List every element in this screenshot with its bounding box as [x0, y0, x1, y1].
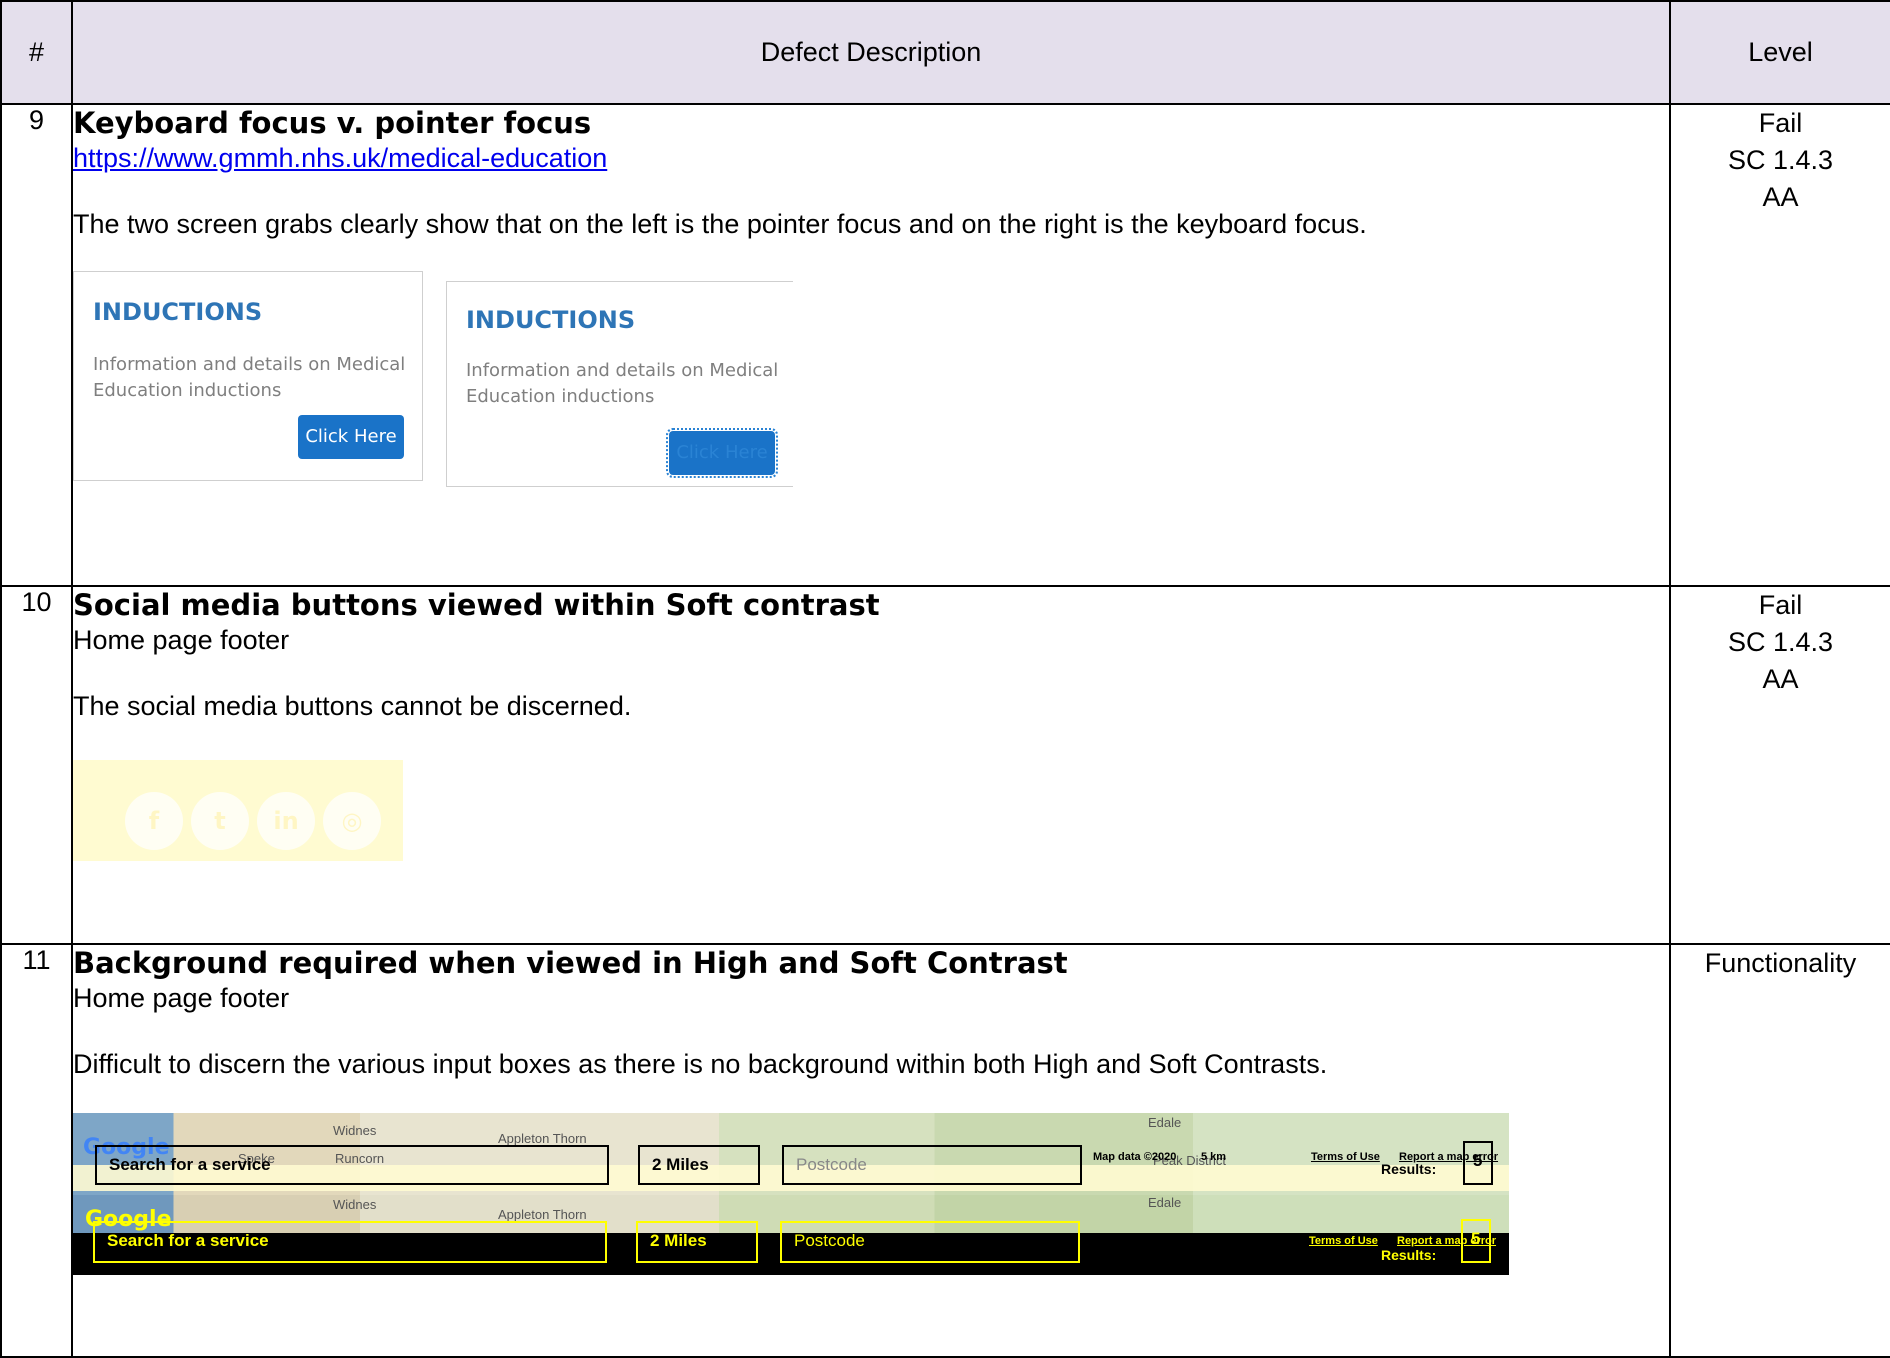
col-header-level: Level	[1669, 0, 1890, 105]
level-result: Functionality	[1704, 948, 1857, 978]
results-count: 5	[1463, 1141, 1493, 1185]
terms-link[interactable]: Terms of Use	[1311, 1151, 1380, 1163]
linkedin-icon[interactable]: in	[257, 792, 315, 850]
map-soft-contrast: Widnes Runcorn Appleton Thorn Edale Peak…	[73, 1113, 1509, 1195]
defect-paragraph: The social media buttons cannot be disce…	[73, 691, 632, 721]
terms-link[interactable]: Terms of Use	[1309, 1235, 1378, 1247]
header-row: # Defect Description Level	[0, 0, 1890, 105]
postcode-input[interactable]: Postcode	[782, 1145, 1082, 1185]
defect-title: Keyboard focus v. pointer focus	[73, 106, 592, 140]
card-text-line1: Information and details on Medical	[93, 354, 406, 375]
defect-subtitle: Home page footer	[73, 625, 290, 655]
place-label: Edale	[1148, 1195, 1182, 1210]
miles-select[interactable]: 2 Miles	[638, 1145, 760, 1185]
place-label: Appleton Thorn	[498, 1131, 587, 1146]
defect-title: Social media buttons viewed within Soft …	[73, 588, 880, 622]
place-label: Edale	[1148, 1115, 1182, 1130]
keyboard-focus-card: INDUCTIONS Information and details on Me…	[446, 281, 793, 487]
place-label: Widnes	[333, 1197, 377, 1212]
card-text-line2: Education inductions	[93, 380, 282, 401]
twitter-icon[interactable]: t	[191, 792, 249, 850]
place-label: Appleton Thorn	[498, 1207, 587, 1222]
defect-row-11: 11 Background required when viewed in Hi…	[0, 943, 1890, 1358]
defect-level: Fail SC 1.4.3 AA	[1669, 103, 1890, 587]
level-criterion: SC 1.4.3	[1727, 145, 1834, 175]
defect-level: Functionality	[1669, 943, 1890, 1358]
col-header-num: #	[0, 0, 73, 105]
results-label: Results:	[1381, 1161, 1437, 1177]
defect-row-9: 9 Keyboard focus v. pointer focus https:…	[0, 103, 1890, 587]
defect-number: 9	[0, 103, 73, 587]
level-result: Fail	[1758, 590, 1803, 620]
place-label: Widnes	[333, 1123, 377, 1138]
map-screenshots: Widnes Runcorn Appleton Thorn Edale Peak…	[73, 1113, 1509, 1275]
click-here-button-focused[interactable]: Click Here	[666, 428, 778, 478]
defect-paragraph: The two screen grabs clearly show that o…	[73, 209, 1367, 239]
focus-screenshots: INDUCTIONS Information and details on Me…	[73, 271, 1669, 501]
results-count: 5	[1461, 1219, 1491, 1263]
card-heading: INDUCTIONS	[93, 298, 263, 326]
level-result: Fail	[1758, 108, 1803, 138]
defect-number: 11	[0, 943, 73, 1358]
defect-title: Background required when viewed in High …	[73, 946, 1068, 980]
map-high-contrast: Widnes Appleton Thorn Edale Google Searc…	[73, 1195, 1509, 1275]
map-data-label: Map data ©2020	[1093, 1151, 1177, 1163]
defect-number: 10	[0, 585, 73, 945]
pointer-focus-card: INDUCTIONS Information and details on Me…	[73, 271, 423, 481]
search-input[interactable]: Search for a service	[95, 1145, 609, 1185]
defect-link[interactable]: https://www.gmmh.nhs.uk/medical-educatio…	[73, 143, 607, 173]
defect-description: Social media buttons viewed within Soft …	[71, 585, 1671, 945]
search-input[interactable]: Search for a service	[93, 1221, 607, 1263]
defect-level: Fail SC 1.4.3 AA	[1669, 585, 1890, 945]
defect-row-10: 10 Social media buttons viewed within So…	[0, 585, 1890, 945]
scale-label: 5 km	[1201, 1151, 1227, 1163]
defect-subtitle: Home page footer	[73, 983, 290, 1013]
level-conformance: AA	[1762, 182, 1799, 212]
col-header-description: Defect Description	[71, 0, 1671, 105]
defects-table: # Defect Description Level 9 Keyboard fo…	[0, 0, 1890, 1358]
social-media-strip: f t in ◎	[73, 760, 403, 861]
card-text-line2: Education inductions	[466, 386, 655, 407]
defect-paragraph: Difficult to discern the various input b…	[73, 1049, 1328, 1079]
card-heading: INDUCTIONS	[466, 306, 636, 334]
instagram-icon[interactable]: ◎	[323, 792, 381, 850]
level-conformance: AA	[1762, 664, 1799, 694]
postcode-input[interactable]: Postcode	[780, 1221, 1080, 1263]
defect-description: Keyboard focus v. pointer focus https://…	[71, 103, 1671, 587]
results-label: Results:	[1381, 1247, 1437, 1263]
card-text-line1: Information and details on Medical	[466, 360, 779, 381]
defect-description: Background required when viewed in High …	[71, 943, 1671, 1358]
miles-select[interactable]: 2 Miles	[636, 1221, 758, 1263]
click-here-button[interactable]: Click Here	[298, 415, 404, 459]
facebook-icon[interactable]: f	[125, 792, 183, 850]
level-criterion: SC 1.4.3	[1727, 627, 1834, 657]
